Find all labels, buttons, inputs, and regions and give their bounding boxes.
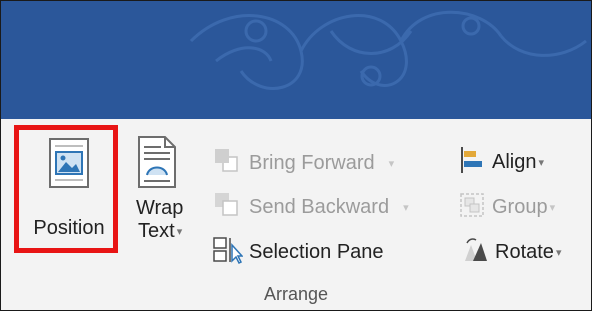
group-dropdown-icon: ▾ — [549, 202, 556, 214]
bring-forward-button[interactable]: Bring Forward ▾ — [213, 147, 394, 180]
wrap-text-icon — [135, 133, 179, 191]
align-label: Align — [492, 151, 537, 173]
wrap-text-button[interactable]: Wrap Text ▾ — [129, 125, 193, 243]
send-backward-dropdown-icon: ▾ — [403, 202, 409, 214]
selection-pane-icon — [211, 235, 249, 270]
word-window-crop: Position Wrap Text ▾ Bring Forward ▾ Sen… — [0, 0, 592, 311]
selection-pane-button[interactable]: Selection Pane — [211, 235, 384, 270]
align-icon — [458, 145, 492, 180]
bring-forward-dropdown-icon: ▾ — [388, 158, 395, 170]
bring-forward-label: Bring Forward — [249, 152, 375, 174]
rotate-label: Rotate — [495, 241, 554, 263]
send-backward-icon — [213, 191, 249, 224]
align-button[interactable]: Align ▾ — [458, 145, 544, 180]
rotate-button[interactable]: Rotate ▾ — [461, 235, 561, 270]
selection-pane-label: Selection Pane — [249, 241, 384, 263]
arrange-group-label: Arrange — [263, 284, 329, 304]
bring-forward-icon — [213, 147, 249, 180]
wrap-text-dropdown-icon: ▾ — [176, 226, 183, 238]
group-label: Group — [492, 196, 548, 218]
group-icon — [458, 190, 492, 225]
title-banner — [1, 1, 591, 119]
align-dropdown-icon: ▾ — [538, 157, 545, 169]
rotate-icon — [461, 235, 495, 270]
wrap-text-label-line2: Text — [138, 220, 175, 242]
send-backward-button[interactable]: Send Backward ▾ — [213, 191, 409, 224]
decorative-swirl-pattern — [189, 10, 587, 90]
wrap-text-label-line1: Wrap — [136, 197, 184, 219]
group-button[interactable]: Group ▾ — [458, 190, 555, 225]
rotate-dropdown-icon: ▾ — [555, 247, 562, 259]
position-highlight-box — [14, 125, 118, 253]
send-backward-label: Send Backward — [249, 196, 390, 218]
